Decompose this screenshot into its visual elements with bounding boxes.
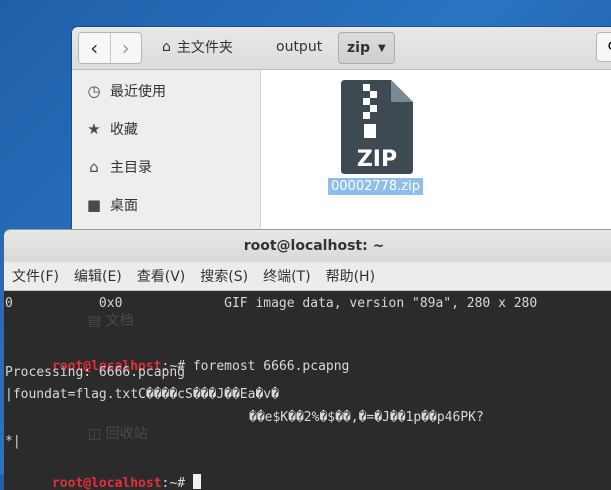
sidebar-item-label: 主目录 [110,160,152,176]
sidebar-item-starred[interactable]: ★ 收藏 [84,114,138,144]
document-icon: ▤ [88,313,102,329]
prompt-user: root@localhost [51,476,162,490]
star-icon: ★ [87,120,101,138]
file-manager-header: ‹ › ⌂ 主文件夹 output zip ▼ ⚲ [72,27,611,70]
menu-edit[interactable]: 编辑(E) [74,266,122,286]
zip-file-icon: ZIP [341,80,413,174]
file-view: ZIP 00002778.zip [261,70,611,247]
caret-down-icon: ▼ [377,42,386,54]
breadcrumb-output[interactable]: output [268,32,330,62]
file-name-label: 00002778.zip [328,178,423,195]
nav-button-group: ‹ › [78,32,142,64]
terminal-window: root@localhost: ~ 文件(F) 编辑(E) 查看(V) 搜索(S… [4,230,611,490]
menu-terminal[interactable]: 终端(T) [263,266,310,286]
file-manager-window: ‹ › ⌂ 主文件夹 output zip ▼ ⚲ ◷ 最近使用 ★ 收藏 [72,27,611,247]
breadcrumb-home[interactable]: ⌂ 主文件夹 [154,32,241,62]
menu-search[interactable]: 搜索(S) [200,266,248,286]
search-button[interactable]: ⚲ [596,32,611,62]
home-icon: ⌂ [162,39,171,55]
prompt-command: :~# [161,476,193,490]
sidebar-item-label: 桌面 [110,198,138,214]
breadcrumb-label: 主文件夹 [176,40,233,56]
terminal-prompt-line: root@localhost:~# [5,458,201,490]
desktop-icon: ■ [86,196,102,214]
back-button[interactable]: ‹ [79,33,110,63]
trash-icon: ◫ [88,426,102,442]
search-icon: ⚲ [607,38,611,57]
sidebar-item-trash: ◫ 回收站 [88,426,148,442]
terminal-title: root@localhost: ~ [4,230,611,262]
forward-button[interactable]: › [109,33,142,63]
sidebar-item-recent[interactable]: ◷ 最近使用 [84,76,166,106]
recent-icon: ◷ [87,82,101,100]
chevron-left-icon: ‹ [90,36,99,60]
menu-file[interactable]: 文件(F) [12,266,59,286]
terminal-output[interactable]: ▤ 文档 ◫ 回收站 0 0x0 GIF image data, version… [4,291,611,490]
sidebar-item-label: 收藏 [110,122,138,138]
home-icon: ⌂ [89,158,99,176]
prompt-command: :~# foremost 6666.pcapng [161,359,350,374]
menu-view[interactable]: 查看(V) [137,266,186,286]
breadcrumb-label: zip [347,40,370,56]
terminal-line: ��e$K��2%�$��,�=�J��1p��p46PK? [249,410,484,425]
terminal-line: *| [5,434,21,449]
terminal-line: Processing: 6666.pcapng [5,365,186,380]
terminal-cursor [192,474,201,489]
sidebar: ◷ 最近使用 ★ 收藏 ⌂ 主目录 ■ 桌面 [72,70,261,247]
svg-text:ZIP: ZIP [357,147,397,172]
chevron-right-icon: › [121,36,130,60]
breadcrumb-label: output [276,39,323,55]
terminal-line: 0 0x0 GIF image data, version "89a", 280… [5,296,538,311]
menu-help[interactable]: 帮助(H) [326,266,375,286]
sidebar-item-desktop[interactable]: ■ 桌面 [84,190,138,220]
sidebar-item-documents: ▤ 文档 [88,313,134,329]
sidebar-item-home[interactable]: ⌂ 主目录 [84,152,152,182]
sidebar-item-label: 最近使用 [110,84,166,100]
breadcrumb-zip[interactable]: zip ▼ [338,32,395,64]
terminal-menubar: 文件(F) 编辑(E) 查看(V) 搜索(S) 终端(T) 帮助(H) [4,262,611,291]
terminal-line: |foundat=flag.txtC����cS���J��Ea�v� [5,387,279,402]
